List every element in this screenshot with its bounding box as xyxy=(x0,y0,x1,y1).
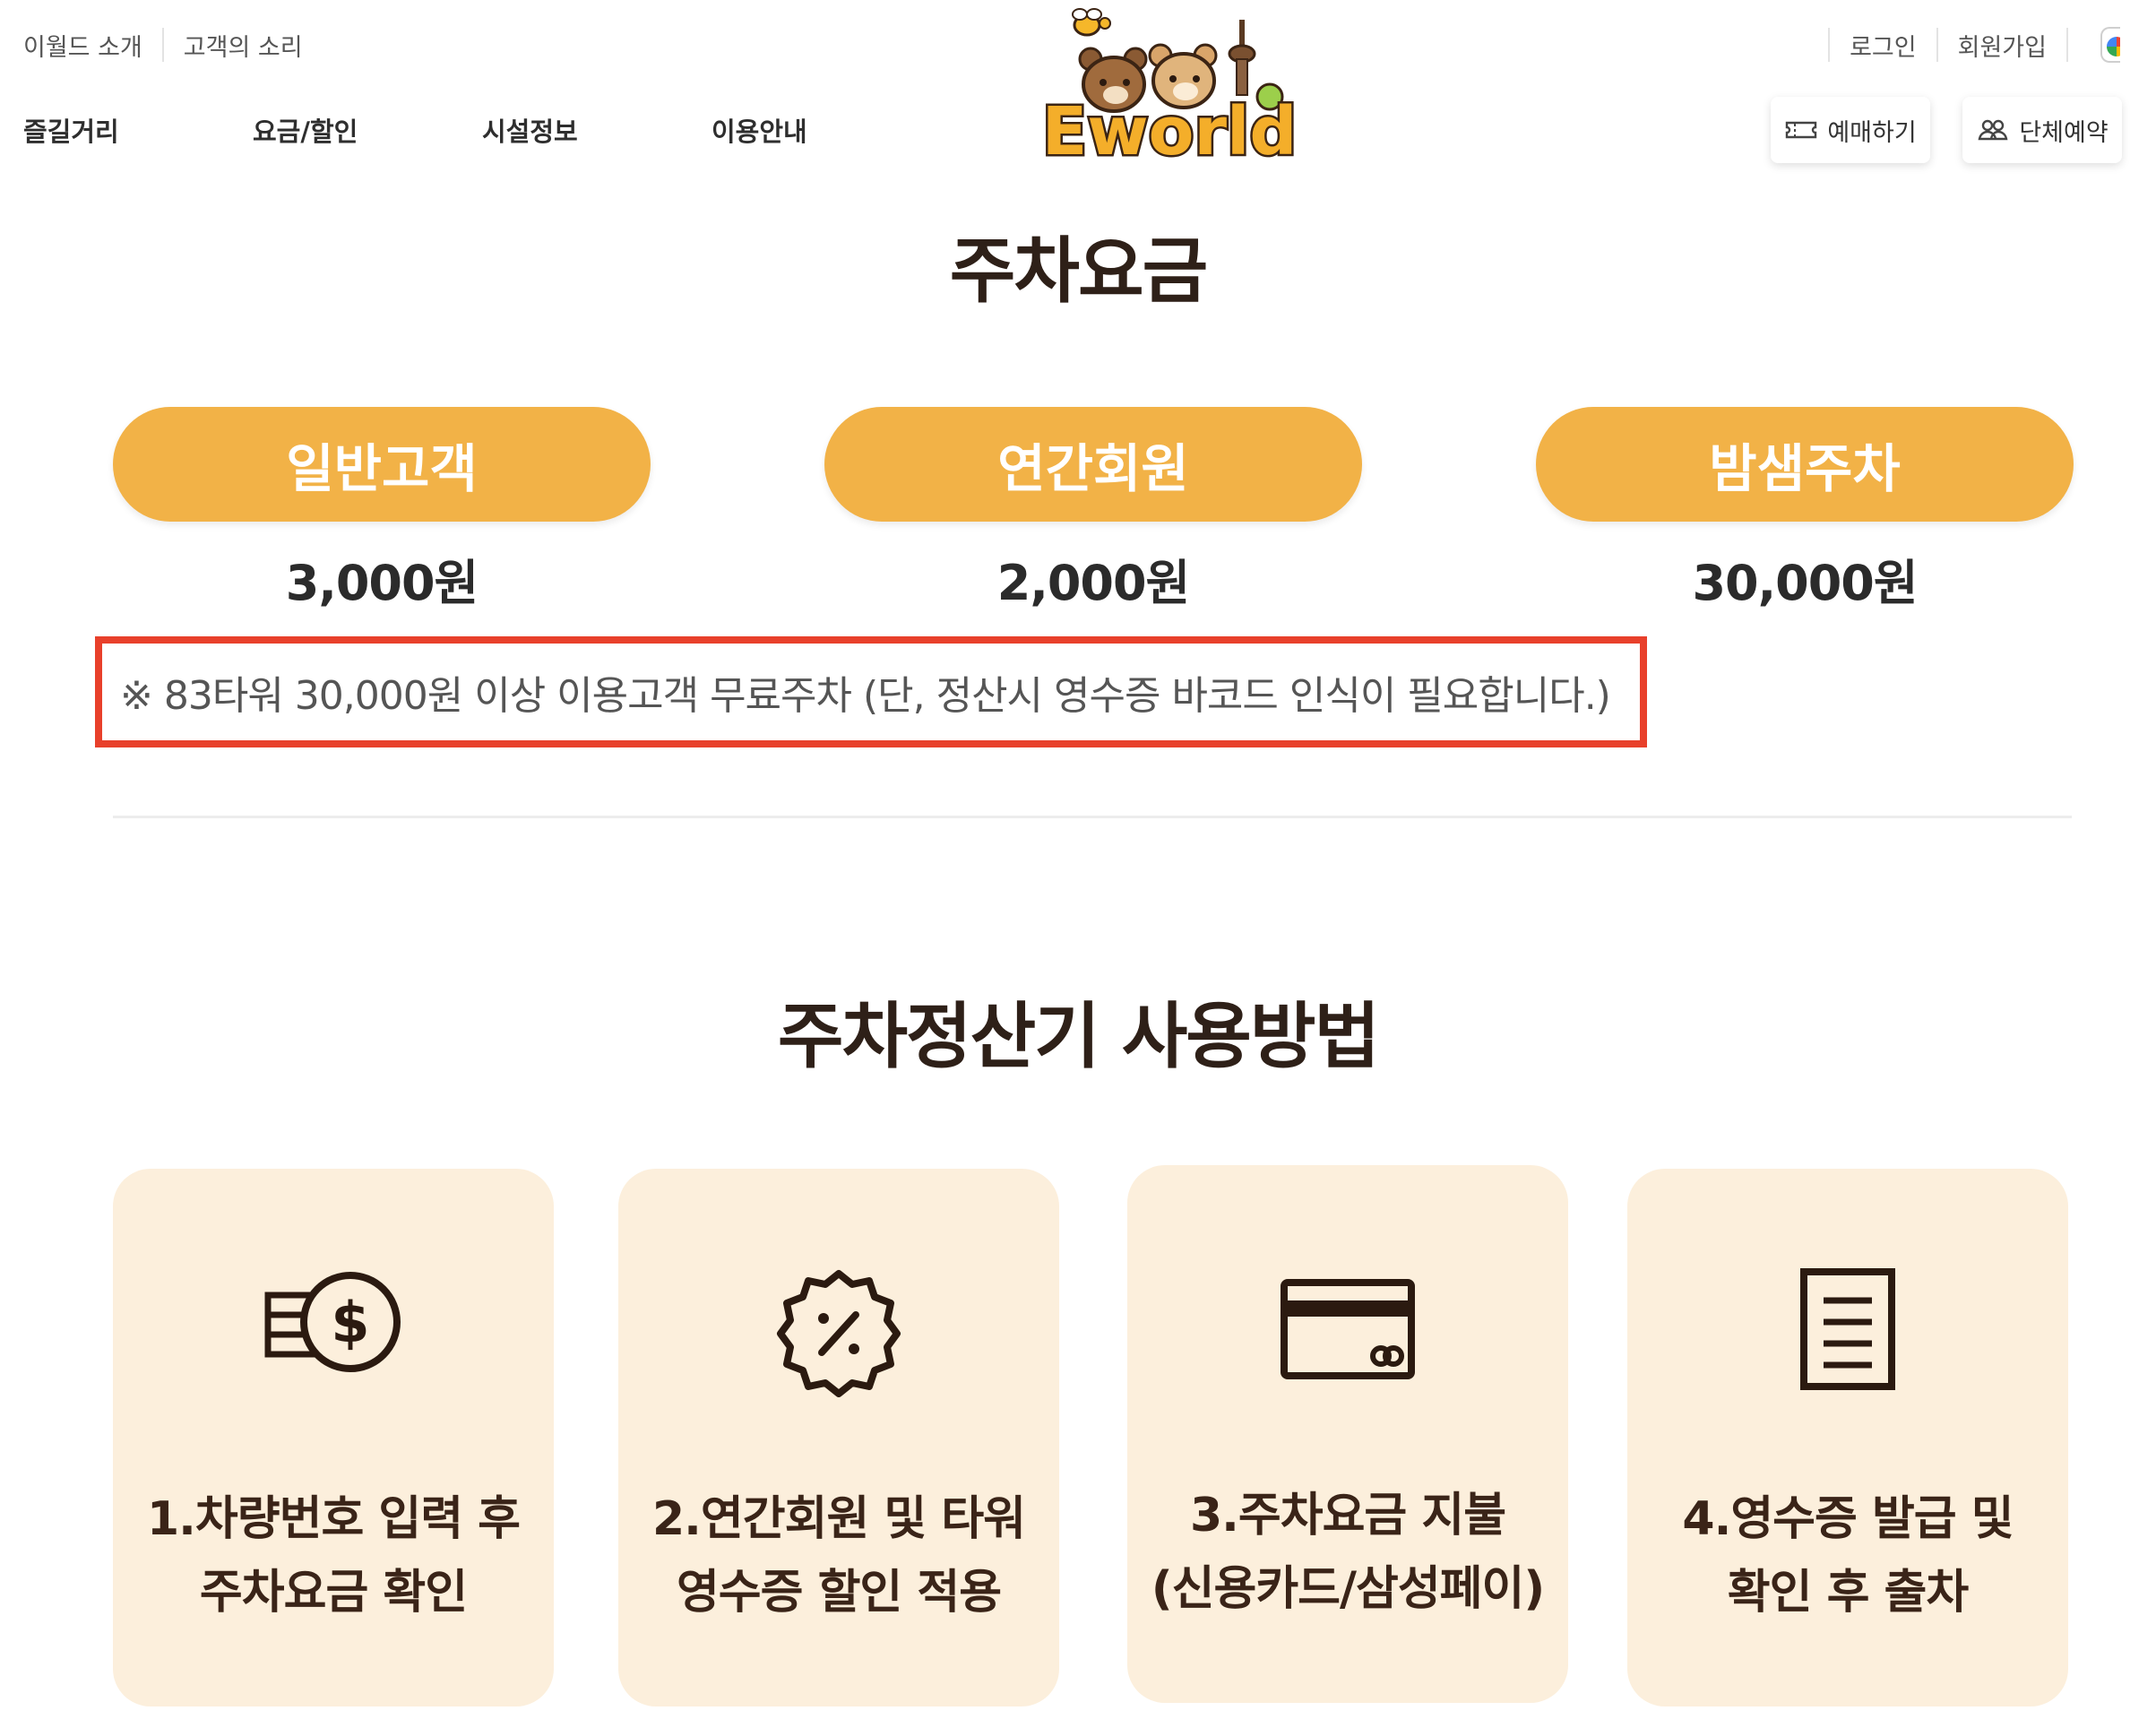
discount-badge-icon xyxy=(777,1270,901,1397)
nav-item-facilities[interactable]: 시설정보 xyxy=(482,111,711,149)
step-card-3: 3.주차요금 지불 (신용카드/삼성페이) xyxy=(1127,1165,1568,1703)
nav-item-guide[interactable]: 이용안내 xyxy=(711,111,807,149)
step-2-line-1: 2.연간회원 및 타워 xyxy=(651,1492,1026,1546)
divider xyxy=(161,28,164,62)
free-parking-notice: ※ 83타워 30,000원 이상 이용고객 무료주차 (단, 정산시 영수증 … xyxy=(95,636,1647,747)
group-icon xyxy=(1978,119,2008,141)
svg-text:$: $ xyxy=(331,1290,369,1355)
section-divider xyxy=(113,816,2072,818)
divider xyxy=(1828,28,1831,62)
nav-item-fees[interactable]: 요금/할인 xyxy=(253,111,482,149)
signup-link[interactable]: 회원가입 xyxy=(1958,28,2047,63)
main-nav: 즐길거리 요금/할인 시설정보 이용안내 xyxy=(23,111,807,149)
free-parking-notice-text: ※ 83타워 30,000원 이상 이용고객 무료주차 (단, 정산시 영수증 … xyxy=(120,673,1611,719)
globe-icon xyxy=(2107,37,2120,56)
money-icon: $ xyxy=(264,1272,401,1372)
credit-card-icon xyxy=(1281,1279,1415,1379)
group-booking-button[interactable]: 단체예약 xyxy=(1962,97,2122,163)
step-1-line-2: 주차요금 확인 xyxy=(199,1566,468,1620)
utility-nav-right: 로그인 회원가입 xyxy=(1828,27,2120,63)
util-link-about[interactable]: 이월드 소개 xyxy=(23,28,142,63)
parking-fee-title: 주차요금 xyxy=(949,229,1208,313)
group-booking-button-label: 단체예약 xyxy=(2019,118,2109,147)
receipt-icon xyxy=(1800,1268,1895,1390)
step-3-line-1: 3.주차요금 지불 xyxy=(1189,1489,1506,1542)
howto-title: 주차정산기 사용방법 xyxy=(777,995,1380,1078)
logo-wordmark: Eworld xyxy=(1042,93,1298,161)
step-4-line-1: 4.영수증 발급 및 xyxy=(1682,1492,2014,1546)
step-4-line-2: 확인 후 출차 xyxy=(1727,1566,1969,1620)
divider xyxy=(1936,28,1938,62)
login-link[interactable]: 로그인 xyxy=(1850,28,1917,63)
step-2-line-2: 영수증 할인 적용 xyxy=(676,1566,1002,1620)
plan-pill-general: 일반고객 xyxy=(113,407,651,522)
plan-pill-annual: 연간회원 xyxy=(824,407,1362,522)
booking-button[interactable]: 예매하기 xyxy=(1771,97,1930,163)
util-link-voice[interactable]: 고객의 소리 xyxy=(184,28,303,63)
price-general: 3,000원 xyxy=(285,555,479,611)
utility-nav-left: 이월드 소개 고객의 소리 xyxy=(23,27,303,63)
step-card-4: 4.영수증 발급 및 확인 후 출차 xyxy=(1627,1169,2068,1706)
step-3-line-2: (신용카드/삼성페이) xyxy=(1151,1562,1545,1616)
price-annual: 2,000원 xyxy=(996,555,1191,611)
price-overnight: 30,000원 xyxy=(1692,555,1918,611)
plan-pill-overnight: 밤샘주차 xyxy=(1536,407,2074,522)
logo-graphic: Eworld xyxy=(1039,8,1299,173)
nav-item-attractions[interactable]: 즐길거리 xyxy=(23,111,253,149)
step-card-1: $ 1.차량번호 입력 후 주차요금 확인 xyxy=(113,1169,554,1706)
divider xyxy=(2066,28,2068,62)
language-selector[interactable] xyxy=(2100,27,2120,63)
booking-button-label: 예매하기 xyxy=(1827,118,1917,147)
ticket-icon xyxy=(1786,121,1817,139)
eworld-logo[interactable]: Eworld xyxy=(1035,4,1304,173)
step-1-line-1: 1.차량번호 입력 후 xyxy=(146,1492,521,1546)
step-card-2: 2.연간회원 및 타워 영수증 할인 적용 xyxy=(618,1169,1059,1706)
